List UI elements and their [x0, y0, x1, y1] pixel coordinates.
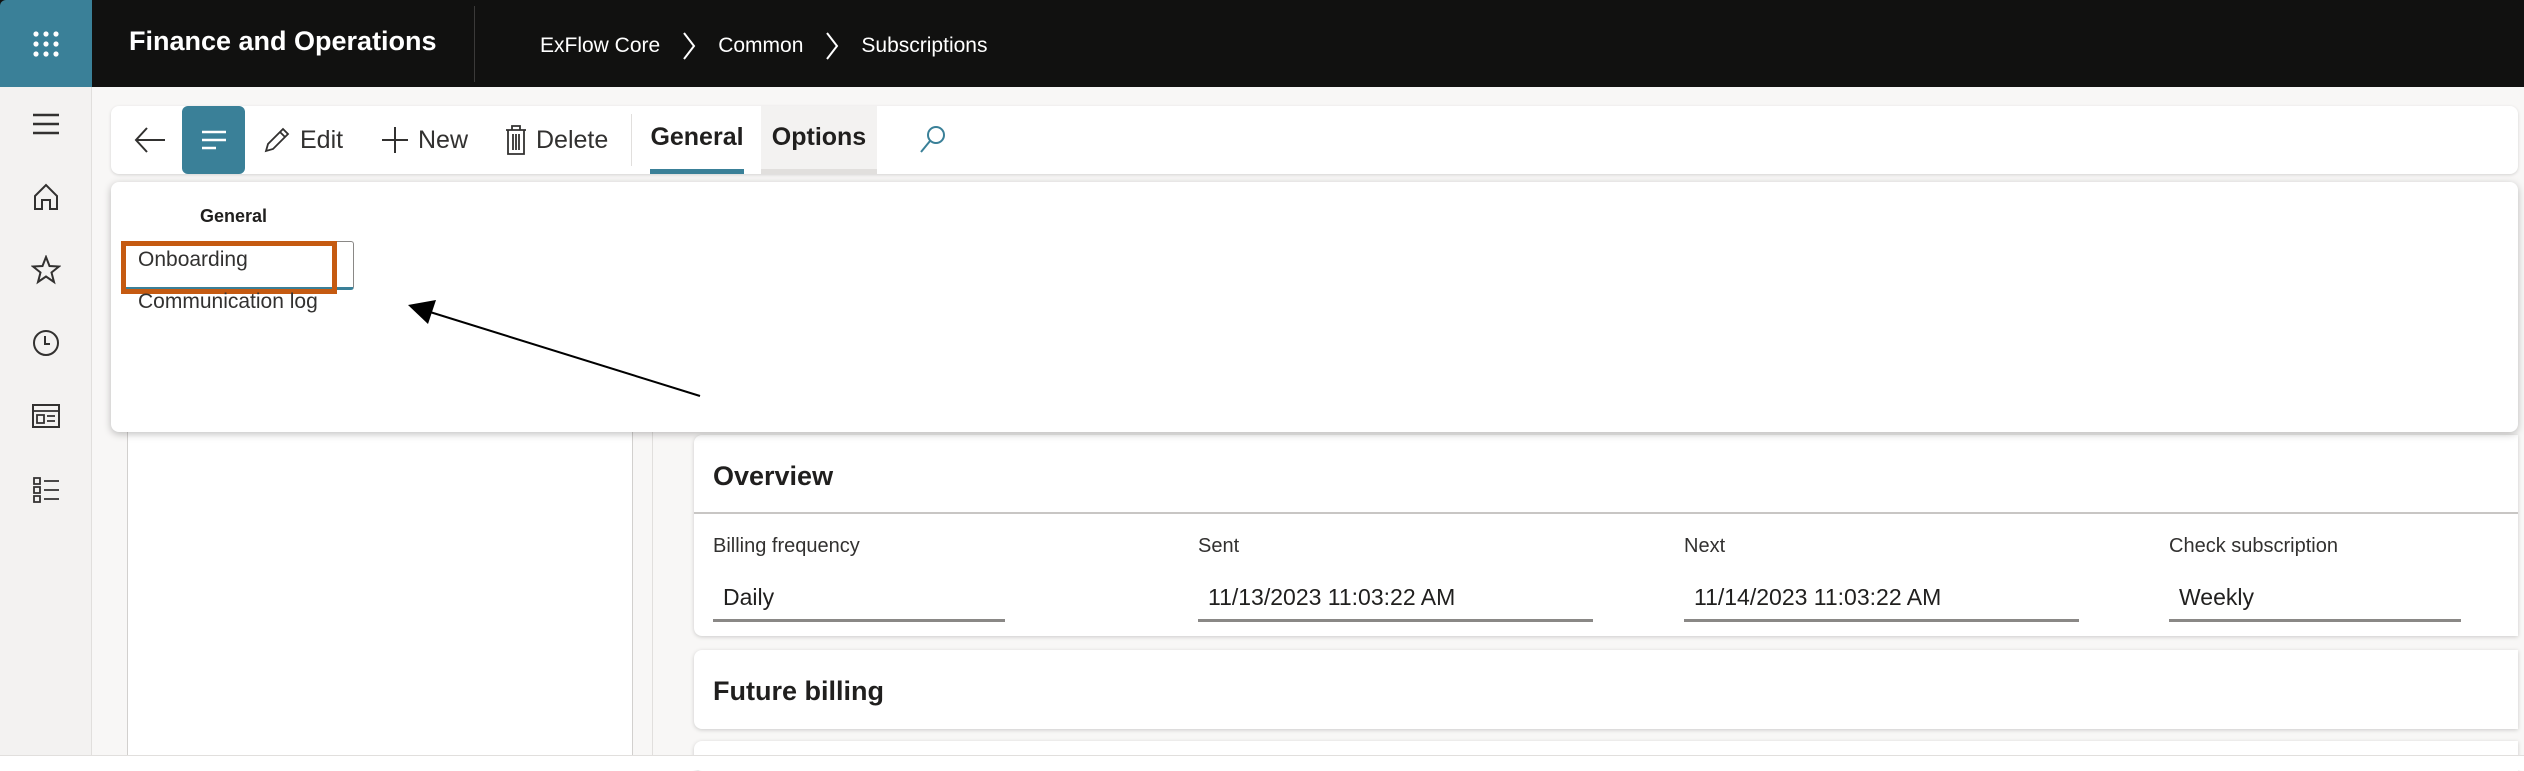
overview-section[interactable]: Overview Billing frequency Daily Sent 11/1…	[694, 435, 2518, 636]
trash-icon	[506, 125, 526, 155]
tab-general[interactable]: General	[650, 106, 744, 174]
star-icon[interactable]	[26, 250, 66, 290]
delete-label: Delete	[536, 125, 609, 154]
billing-frequency-field[interactable]: Billing frequency Daily	[713, 535, 1005, 622]
check-subscription-field[interactable]: Check subscription Weekly	[2169, 535, 2461, 622]
hamburger-icon[interactable]	[26, 104, 66, 144]
workspace-icon[interactable]	[26, 396, 66, 436]
delete-button[interactable]: Delete	[504, 106, 608, 174]
field-label: Next	[1684, 535, 1726, 557]
chevron-right-icon	[826, 32, 839, 60]
edit-button[interactable]: Edit	[262, 106, 343, 174]
breadcrumb-item[interactable]: Common	[718, 34, 803, 58]
flyout-heading: General	[200, 206, 268, 226]
toolbar-separator	[631, 114, 632, 166]
app-title[interactable]: Finance and Operations	[129, 26, 437, 57]
list-pane	[127, 420, 633, 755]
sent-field[interactable]: Sent 11/13/2023 11:03:22 AM	[1198, 535, 1593, 622]
search-icon	[920, 126, 945, 153]
future-billing-section[interactable]: Future billing	[694, 650, 2518, 729]
navigation-rail	[0, 87, 92, 755]
app-launcher-button[interactable]	[0, 0, 92, 87]
section-title: Future billing	[713, 676, 884, 706]
bottom-edge	[0, 755, 2524, 770]
next-field[interactable]: Next 11/14/2023 11:03:22 AM	[1684, 535, 2079, 622]
new-button[interactable]: New	[380, 106, 468, 174]
field-value[interactable]: 11/14/2023 11:03:22 AM	[1684, 580, 2079, 622]
tab-label: General	[650, 123, 744, 151]
show-menu-button[interactable]	[182, 106, 245, 174]
tab-label: Options	[771, 123, 867, 151]
field-label: Check subscription	[2169, 535, 2338, 557]
plus-icon	[382, 127, 408, 153]
edit-label: Edit	[300, 125, 344, 154]
highlight-box	[121, 241, 337, 294]
clock-icon[interactable]	[26, 323, 66, 363]
menu-flyout: General Onboarding Communication log	[111, 182, 2518, 432]
lines-icon	[201, 130, 226, 150]
field-label: Sent	[1198, 535, 1240, 557]
back-arrow-icon	[134, 127, 165, 153]
search-button[interactable]	[917, 106, 947, 174]
action-pane: Edit New Delete General Options	[111, 106, 2518, 174]
menu-item-communication-log[interactable]: Communication log	[138, 290, 318, 314]
field-value[interactable]: Weekly	[2169, 580, 2461, 622]
field-label: Billing frequency	[713, 535, 860, 557]
breadcrumb-item[interactable]: ExFlow Core	[540, 34, 660, 58]
pencil-icon	[264, 127, 290, 153]
section-divider	[694, 512, 2518, 514]
breadcrumb-item[interactable]: Subscriptions	[861, 34, 987, 58]
chevron-right-icon	[683, 32, 696, 60]
waffle-icon	[33, 30, 59, 57]
back-button[interactable]	[133, 106, 167, 174]
field-value[interactable]: Daily	[713, 580, 1005, 622]
header-divider	[474, 6, 475, 82]
pane-divider	[652, 420, 653, 755]
list-icon[interactable]	[26, 469, 66, 509]
breadcrumb: ExFlow Core Common Subscriptions	[540, 31, 987, 61]
new-label: New	[418, 125, 469, 154]
tab-options[interactable]: Options	[761, 106, 877, 174]
section-title: Overview	[713, 461, 834, 491]
field-value[interactable]: 11/13/2023 11:03:22 AM	[1198, 580, 1593, 622]
home-icon[interactable]	[26, 177, 66, 217]
